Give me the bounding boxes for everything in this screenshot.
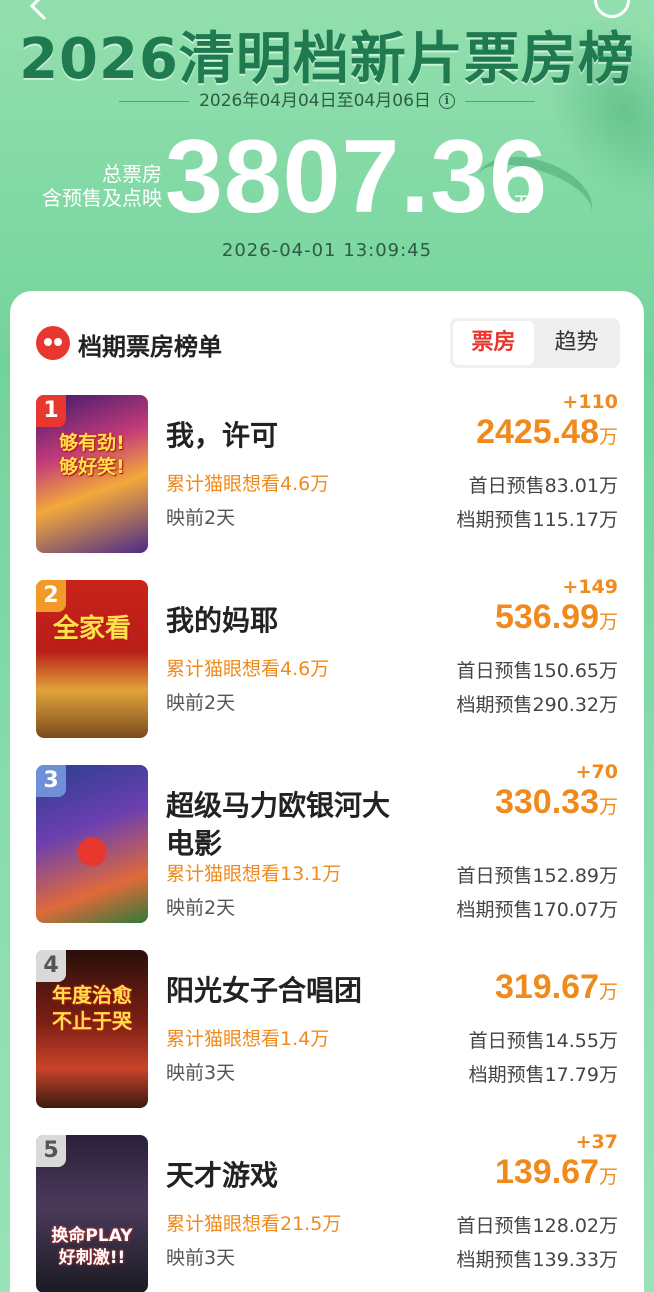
rank-badge: 4 xyxy=(36,950,66,982)
rank-badge: 1 xyxy=(36,395,66,427)
total-label-line2: 含预售及点映 xyxy=(42,186,162,210)
first-day-presale: 首日预售150.65万 xyxy=(456,660,618,682)
box-office-delta: +149 xyxy=(562,576,618,598)
first-day-presale: 首日预售83.01万 xyxy=(468,475,618,497)
amount-unit: 万 xyxy=(598,1166,618,1188)
days-before-release: 映前3天 xyxy=(166,1062,236,1084)
days-before-release: 映前2天 xyxy=(166,897,236,919)
section-title: 档期票房榜单 xyxy=(78,333,222,361)
divider xyxy=(119,100,190,102)
movie-row[interactable]: 3 超级马力欧银河大电影 累计猫眼想看13.1万 映前2天 +70 330.33… xyxy=(10,761,644,935)
box-office-amount: 2425.48万 xyxy=(476,413,618,452)
amount-value: 330.33 xyxy=(494,783,599,821)
amount-unit: 万 xyxy=(598,426,618,448)
box-office-delta: +70 xyxy=(575,761,618,783)
poster-caption: 年度治愈 不止于哭 xyxy=(52,983,132,1033)
movie-title[interactable]: 我的妈耶 xyxy=(166,602,416,640)
movie-row[interactable]: 年度治愈 不止于哭 4 阳光女子合唱团 累计猫眼想看1.4万 映前3天 319.… xyxy=(10,950,644,1120)
movie-row[interactable]: 换命PLAY 好刺激!! 5 天才游戏 累计猫眼想看21.5万 映前3天 +37… xyxy=(10,1131,644,1292)
box-office-delta: +37 xyxy=(575,1131,618,1153)
rank-badge: 2 xyxy=(36,580,66,612)
amount-unit: 万 xyxy=(598,796,618,818)
amount-value: 2425.48 xyxy=(476,413,599,451)
period-presale: 档期预售115.17万 xyxy=(456,509,618,531)
movie-title[interactable]: 天才游戏 xyxy=(166,1157,416,1195)
rank-badge: 5 xyxy=(36,1135,66,1167)
rank-badge: 3 xyxy=(36,765,66,797)
card-header: 档期票房榜单 票房 趋势 xyxy=(10,291,644,391)
days-before-release: 映前2天 xyxy=(166,507,236,529)
first-day-presale: 首日预售128.02万 xyxy=(456,1215,618,1237)
period-presale: 档期预售139.33万 xyxy=(456,1249,618,1271)
poster-caption: 全家看 xyxy=(52,614,131,644)
movie-title[interactable]: 阳光女子合唱团 xyxy=(166,972,416,1010)
total-label-line1: 总票房 xyxy=(102,162,162,186)
box-office-card: 档期票房榜单 票房 趋势 够有劲! 够好笑! 1 我，许可 累计猫眼想看4.6万… xyxy=(10,291,644,1292)
info-icon[interactable]: i xyxy=(438,93,455,109)
poster-caption: 够有劲! 够好笑! xyxy=(59,432,125,478)
box-office-delta: +110 xyxy=(562,391,618,413)
amount-value: 319.67 xyxy=(494,968,599,1006)
period-presale: 档期预售17.79万 xyxy=(468,1064,618,1086)
box-office-amount: 330.33万 xyxy=(495,783,618,822)
movie-row[interactable]: 全家看 2 我的妈耶 累计猫眼想看4.6万 映前2天 +149 536.99万 … xyxy=(10,576,644,750)
box-office-amount: 319.67万 xyxy=(495,968,618,1007)
days-before-release: 映前2天 xyxy=(166,692,236,714)
first-day-presale: 首日预售152.89万 xyxy=(456,865,618,887)
want-count: 累计猫眼想看4.6万 xyxy=(166,658,330,680)
hero-banner: 2026清明档新片票房榜 2026年04月04日至04月06日 i 总票房 含预售… xyxy=(0,0,654,290)
days-before-release: 映前3天 xyxy=(166,1247,236,1269)
movie-row[interactable]: 够有劲! 够好笑! 1 我，许可 累计猫眼想看4.6万 映前2天 +110 24… xyxy=(10,391,644,565)
poster-caption: 换命PLAY 好刺激!! xyxy=(51,1226,133,1268)
total-box-office: 3807.36 xyxy=(165,119,548,235)
want-count: 累计猫眼想看4.6万 xyxy=(166,473,330,495)
want-count: 累计猫眼想看13.1万 xyxy=(166,863,342,885)
box-office-amount: 536.99万 xyxy=(495,598,618,637)
total-label: 总票房 含预售及点映 xyxy=(26,162,162,210)
period-presale: 档期预售290.32万 xyxy=(456,694,618,716)
amount-unit: 万 xyxy=(598,981,618,1003)
date-range-text: 2026年04月04日至04月06日 xyxy=(199,91,431,111)
date-range: 2026年04月04日至04月06日 i xyxy=(0,86,654,111)
movie-title[interactable]: 超级马力欧银河大电影 xyxy=(166,787,416,863)
first-day-presale: 首日预售14.55万 xyxy=(468,1030,618,1052)
movie-title[interactable]: 我，许可 xyxy=(166,417,416,455)
divider xyxy=(464,100,535,102)
update-timestamp: 2026-04-01 13:09:45 xyxy=(221,240,433,261)
amount-unit: 万 xyxy=(598,611,618,633)
box-office-amount: 139.67万 xyxy=(495,1153,618,1192)
tab-box-office[interactable]: 票房 xyxy=(453,321,534,365)
want-count: 累计猫眼想看21.5万 xyxy=(166,1213,342,1235)
amount-value: 139.67 xyxy=(494,1153,599,1191)
total-unit: 万 xyxy=(514,192,534,216)
period-presale: 档期预售170.07万 xyxy=(456,899,618,921)
amount-value: 536.99 xyxy=(494,598,599,636)
page-title: 2026清明档新片票房榜 xyxy=(19,27,635,92)
tab-trend[interactable]: 趋势 xyxy=(536,321,617,365)
view-toggle: 票房 趋势 xyxy=(450,318,620,368)
want-count: 累计猫眼想看1.4万 xyxy=(166,1028,330,1050)
maoyan-cat-icon xyxy=(36,326,70,360)
